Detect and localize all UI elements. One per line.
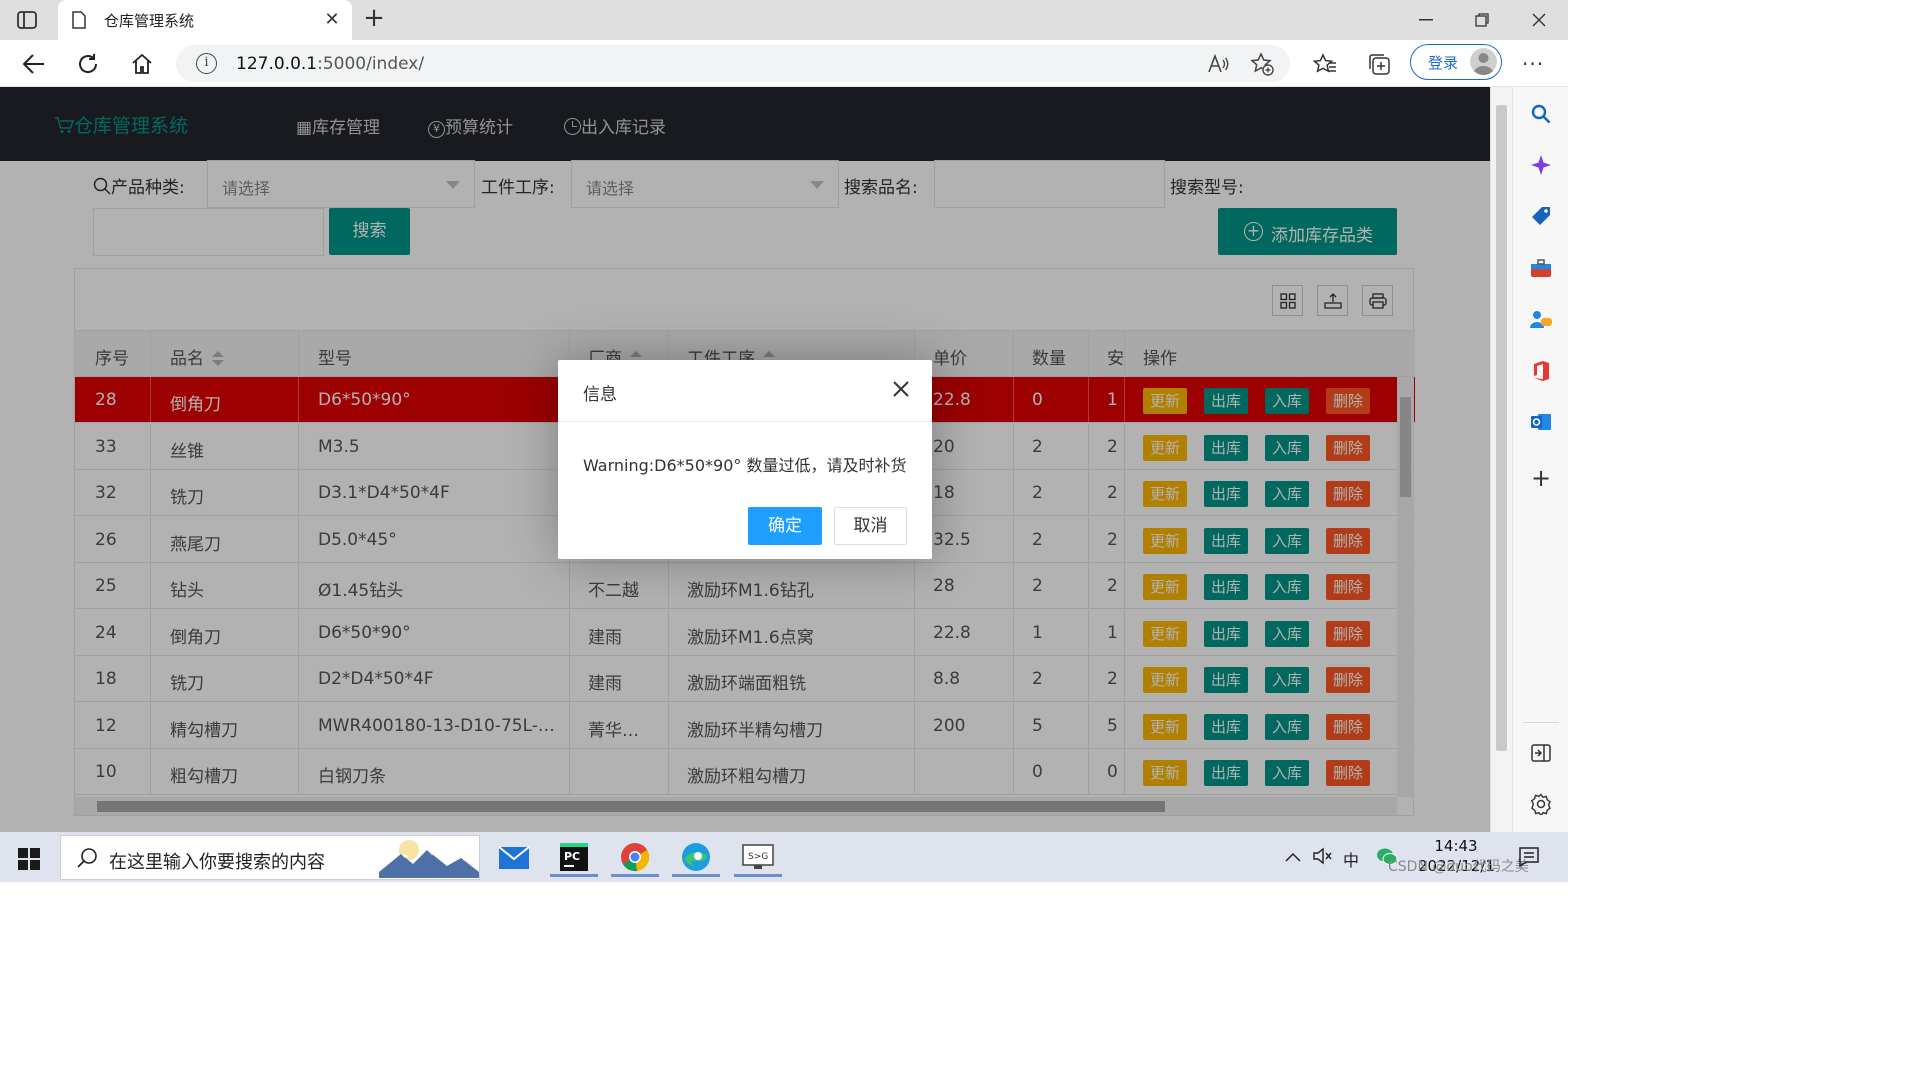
read-aloud-icon[interactable] xyxy=(1206,52,1230,76)
close-icon[interactable] xyxy=(890,378,912,400)
add-favorite-icon[interactable] xyxy=(1250,52,1274,76)
tab-title: 仓库管理系统 xyxy=(104,11,195,30)
cancel-button[interactable]: 取消 xyxy=(834,507,907,545)
refresh-button[interactable] xyxy=(73,49,103,79)
minimize-button[interactable] xyxy=(1406,6,1446,34)
chrome-app-icon[interactable] xyxy=(611,839,659,877)
page-icon xyxy=(72,10,88,30)
notification-icon[interactable] xyxy=(1518,846,1540,872)
ime-indicator[interactable]: 中 xyxy=(1343,847,1359,871)
show-hidden-icons-icon[interactable] xyxy=(1285,847,1301,866)
hide-sidebar-icon[interactable] xyxy=(1529,741,1553,765)
browser-sidebar: + xyxy=(1512,87,1568,832)
dialog-title: 信息 xyxy=(583,385,617,405)
windows-taskbar: 在这里输入你要搜索的内容 PC S>G 中 14:43 2022/12/1 CS… xyxy=(0,832,1568,882)
svg-text:S>G: S>G xyxy=(748,852,768,862)
close-window-button[interactable] xyxy=(1519,6,1559,34)
copilot-icon[interactable] xyxy=(1529,153,1553,177)
office-icon[interactable] xyxy=(1529,359,1553,383)
sidebar-divider xyxy=(1523,722,1559,723)
gear-icon[interactable] xyxy=(1529,792,1553,816)
search-icon xyxy=(77,848,97,868)
search-icon[interactable] xyxy=(1529,102,1553,126)
add-sidebar-app-icon[interactable]: + xyxy=(1529,464,1553,492)
url-text[interactable]: 127.0.0.1:5000/index/ xyxy=(236,54,424,74)
site-info-icon[interactable]: i xyxy=(196,53,217,74)
mail-app-icon[interactable] xyxy=(490,839,538,877)
more-options-icon[interactable]: ··· xyxy=(1522,52,1544,76)
favorites-icon[interactable] xyxy=(1310,49,1340,79)
browser-tab[interactable]: 仓库管理系统 ✕ xyxy=(58,0,352,40)
home-button[interactable] xyxy=(127,49,157,79)
restore-button[interactable] xyxy=(1462,6,1502,34)
profile-login-button[interactable]: 登录 xyxy=(1410,44,1502,80)
warning-dialog: 信息 Warning:D6*50*90° 数量过低，请及时补货 确定 取消 xyxy=(558,360,932,559)
search-highlight-image xyxy=(379,840,479,878)
avatar xyxy=(1470,48,1497,75)
ok-button[interactable]: 确定 xyxy=(748,507,822,545)
new-tab-button[interactable]: + xyxy=(360,5,388,33)
edge-app-icon[interactable] xyxy=(672,839,720,877)
dialog-header: 信息 xyxy=(558,360,932,422)
close-tab-icon[interactable]: ✕ xyxy=(322,10,342,30)
svg-text:PC: PC xyxy=(564,850,580,863)
scrollbar-thumb[interactable] xyxy=(1496,105,1507,751)
tab-actions-icon[interactable] xyxy=(14,8,40,32)
tools-icon[interactable] xyxy=(1529,256,1553,280)
back-button[interactable] xyxy=(19,49,49,79)
shopping-tag-icon[interactable] xyxy=(1529,204,1553,228)
outlook-icon[interactable] xyxy=(1529,410,1553,434)
browser-tab-strip: 仓库管理系统 ✕ + xyxy=(0,0,1568,40)
watermark: CSDN @duo代码之美 xyxy=(1388,859,1529,875)
page-scrollbar[interactable] xyxy=(1490,87,1512,832)
url-bar[interactable]: i 127.0.0.1:5000/index/ xyxy=(176,45,1290,82)
windows-start-icon[interactable] xyxy=(18,848,40,870)
taskbar-search-box[interactable]: 在这里输入你要搜索的内容 xyxy=(60,835,480,880)
games-icon[interactable] xyxy=(1529,307,1553,331)
address-bar-row: i 127.0.0.1:5000/index/ 登录 ··· xyxy=(0,40,1568,87)
collections-icon[interactable] xyxy=(1364,49,1394,79)
pycharm-app-icon[interactable]: PC xyxy=(550,839,598,877)
volume-muted-icon[interactable] xyxy=(1313,847,1333,869)
dialog-message: Warning:D6*50*90° 数量过低，请及时补货 xyxy=(583,456,907,475)
remote-app-icon[interactable]: S>G xyxy=(734,839,782,877)
